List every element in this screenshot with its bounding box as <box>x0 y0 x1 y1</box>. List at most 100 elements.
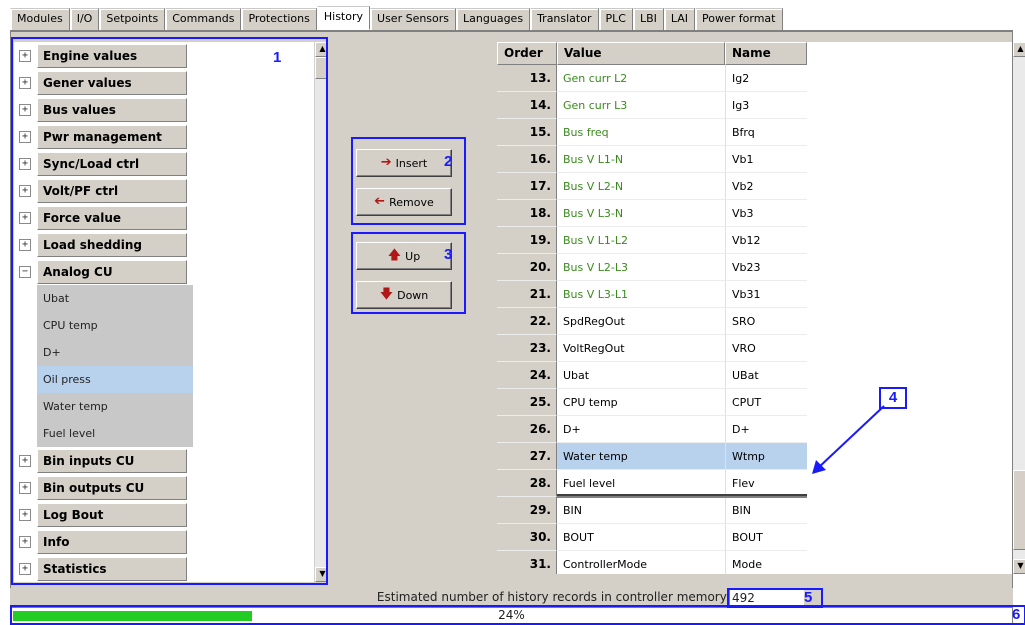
tree-item[interactable]: Oil press <box>37 366 193 393</box>
table-row[interactable]: 20. Bus V L2-L3 Vb23 <box>497 254 807 281</box>
table-row[interactable]: 16. Bus V L1-N Vb1 <box>497 146 807 173</box>
tab-history[interactable]: History <box>316 6 371 30</box>
expand-icon[interactable]: + <box>19 130 31 143</box>
tree-group-label[interactable]: Info <box>37 529 187 554</box>
expand-icon[interactable]: + <box>19 76 31 89</box>
table-row[interactable]: 15. Bus freq Bfrq <box>497 119 807 146</box>
tree-group[interactable]: + Load shedding <box>14 231 314 258</box>
tab-user-sensors[interactable]: User Sensors <box>370 8 457 30</box>
value-cell[interactable]: SpdRegOut <box>557 308 725 335</box>
expand-icon[interactable]: + <box>19 508 31 521</box>
table-scroll-thumb[interactable] <box>1013 470 1025 550</box>
tree-group-label[interactable]: Bin inputs CU <box>37 448 187 473</box>
tree-group-label[interactable]: Statistics <box>37 556 187 581</box>
tree-group[interactable]: + Volt/PF ctrl <box>14 177 314 204</box>
name-cell[interactable]: Ig2 <box>725 65 807 92</box>
table-scrollbar[interactable]: ▲ ▼ <box>1013 42 1025 574</box>
value-cell[interactable]: ControllerMode <box>557 551 725 574</box>
tab-protections[interactable]: Protections <box>241 8 317 30</box>
table-row[interactable]: 19. Bus V L1-L2 Vb12 <box>497 227 807 254</box>
expand-icon[interactable]: + <box>19 103 31 116</box>
insert-button[interactable]: ➔ Insert <box>356 149 452 177</box>
value-cell[interactable]: Gen curr L3 <box>557 92 725 119</box>
table-row[interactable]: 13. Gen curr L2 Ig2 <box>497 65 807 92</box>
down-button[interactable]: 🡇 Down <box>356 281 452 309</box>
value-cell[interactable]: BIN <box>557 497 725 524</box>
tree-group-label[interactable]: Bus values <box>37 97 187 122</box>
tab-power-format[interactable]: Power format <box>695 8 783 30</box>
table-row[interactable]: 24. Ubat UBat <box>497 362 807 389</box>
table-row[interactable]: 23. VoltRegOut VRO <box>497 335 807 362</box>
tab-lai[interactable]: LAI <box>663 8 696 30</box>
tree-group[interactable]: + Statistics <box>14 555 314 582</box>
tree-item[interactable]: CPU temp <box>37 312 193 339</box>
value-cell[interactable]: Fuel level <box>557 470 725 497</box>
table-row[interactable]: 28. Fuel level Flev <box>497 470 807 497</box>
expand-icon[interactable]: + <box>19 454 31 467</box>
expand-icon[interactable]: + <box>19 238 31 251</box>
scroll-down-icon[interactable]: ▼ <box>1013 559 1025 574</box>
value-cell[interactable]: VoltRegOut <box>557 335 725 362</box>
tree-item[interactable]: D+ <box>37 339 193 366</box>
tree-group[interactable]: + Bus values <box>14 96 314 123</box>
name-cell[interactable]: Vb23 <box>725 254 807 281</box>
tab-i-o[interactable]: I/O <box>69 8 100 30</box>
tree-group[interactable]: + Bin inputs CU <box>14 447 314 474</box>
expand-icon[interactable]: + <box>19 535 31 548</box>
name-cell[interactable]: Ig3 <box>725 92 807 119</box>
tree-group-label[interactable]: Analog CU <box>37 259 187 284</box>
name-cell[interactable]: CPUT <box>725 389 807 416</box>
tab-setpoints[interactable]: Setpoints <box>99 8 166 30</box>
value-cell[interactable]: Water temp <box>557 443 725 470</box>
scroll-up-icon[interactable]: ▲ <box>1013 42 1025 57</box>
tab-languages[interactable]: Languages <box>456 8 531 30</box>
value-cell[interactable]: D+ <box>557 416 725 443</box>
name-cell[interactable]: Mode <box>725 551 807 574</box>
scroll-up-icon[interactable]: ▲ <box>315 42 328 57</box>
tree-group-label[interactable]: Pwr management <box>37 124 187 149</box>
tree-group-label[interactable]: Volt/PF ctrl <box>37 178 187 203</box>
table-row[interactable]: 21. Bus V L3-L1 Vb31 <box>497 281 807 308</box>
value-cell[interactable]: Gen curr L2 <box>557 65 725 92</box>
tree-group-label[interactable]: Load shedding <box>37 232 187 257</box>
tree-scroll-thumb[interactable] <box>315 57 328 79</box>
tree-item[interactable]: Water temp <box>37 393 193 420</box>
tree-group[interactable]: + Force value <box>14 204 314 231</box>
tree-group[interactable]: + Log Bout <box>14 501 314 528</box>
value-cell[interactable]: Bus V L1-N <box>557 146 725 173</box>
up-button[interactable]: 🡅 Up <box>356 242 452 270</box>
tree-group-label[interactable]: Bin outputs CU <box>37 475 187 500</box>
value-cell[interactable]: Bus V L2-N <box>557 173 725 200</box>
tree-group-label[interactable]: Sync/Load ctrl <box>37 151 187 176</box>
table-row[interactable]: 29. BIN BIN <box>497 497 807 524</box>
value-cell[interactable]: Ubat <box>557 362 725 389</box>
name-cell[interactable]: UBat <box>725 362 807 389</box>
tree-group[interactable]: + Gener values <box>14 69 314 96</box>
tree-item[interactable]: Ubat <box>37 285 193 312</box>
table-row[interactable]: 22. SpdRegOut SRO <box>497 308 807 335</box>
name-cell[interactable]: Vb3 <box>725 200 807 227</box>
value-cell[interactable]: Bus V L1-L2 <box>557 227 725 254</box>
table-row[interactable]: 14. Gen curr L3 Ig3 <box>497 92 807 119</box>
expand-icon[interactable]: + <box>19 184 31 197</box>
table-row[interactable]: 31. ControllerMode Mode <box>497 551 807 574</box>
tree-group-label[interactable]: Force value <box>37 205 187 230</box>
tab-plc[interactable]: PLC <box>598 8 633 30</box>
remove-button[interactable]: ➔ Remove <box>356 188 452 216</box>
table-row[interactable]: 17. Bus V L2-N Vb2 <box>497 173 807 200</box>
table-row[interactable]: 27. Water temp Wtmp <box>497 443 807 470</box>
name-cell[interactable]: Vb12 <box>725 227 807 254</box>
name-cell[interactable]: BOUT <box>725 524 807 551</box>
tree-group-label[interactable]: Engine values <box>37 43 187 68</box>
column-header-order[interactable]: Order <box>497 42 557 65</box>
tree-group[interactable]: − Analog CU <box>14 258 314 285</box>
name-cell[interactable]: Flev <box>725 470 807 497</box>
tab-commands[interactable]: Commands <box>165 8 242 30</box>
expand-icon[interactable]: + <box>19 211 31 224</box>
tree-group-label[interactable]: Gener values <box>37 70 187 95</box>
tab-translator[interactable]: Translator <box>530 8 599 30</box>
value-cell[interactable]: Bus V L3-N <box>557 200 725 227</box>
tree-group[interactable]: + Engine values <box>14 42 314 69</box>
tree-scrollbar[interactable]: ▲ ▼ <box>314 42 328 582</box>
table-row[interactable]: 25. CPU temp CPUT <box>497 389 807 416</box>
